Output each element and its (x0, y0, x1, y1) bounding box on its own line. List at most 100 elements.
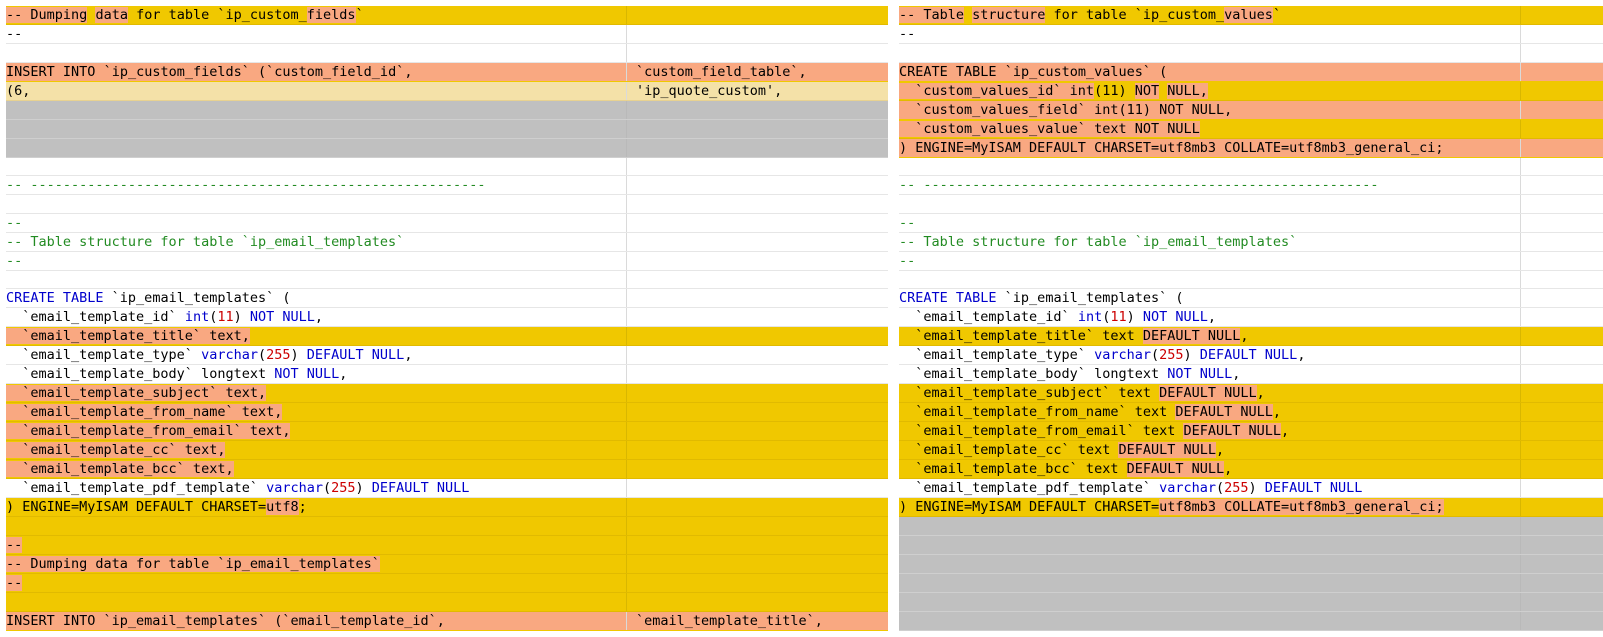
line-text: `email_template_body` longtext NOT NULL, (6, 365, 347, 384)
changed-token: `email_template_title`, (636, 613, 823, 629)
diff-line[interactable] (6, 119, 888, 139)
diff-line[interactable]: -- Table structure for table `ip_custom_… (899, 6, 1603, 25)
diff-line[interactable] (6, 157, 888, 176)
diff-line[interactable]: `custom_values_field` int(11) NOT NULL, (899, 100, 1603, 120)
diff-line[interactable]: `email_template_body` longtext NOT NULL, (6, 365, 888, 384)
diff-line[interactable] (899, 44, 1603, 63)
diff-line[interactable]: `custom_values_value` text NOT NULL (899, 119, 1603, 139)
line-text-continued: 'ip_quote_custom', (636, 82, 782, 101)
diff-line[interactable]: -- (6, 213, 888, 233)
diff-line[interactable]: `email_template_from_email` text, (6, 422, 888, 441)
column-separator (1520, 327, 1521, 345)
column-separator (1520, 119, 1521, 138)
changed-token: fields (192, 63, 242, 80)
diff-line[interactable]: CREATE TABLE `ip_email_templates` ( (899, 289, 1603, 308)
diff-line[interactable] (899, 574, 1603, 593)
diff-line[interactable] (6, 44, 888, 63)
diff-line[interactable]: -- Table structure for table `ip_email_t… (899, 232, 1603, 252)
code-token: 255 (1159, 347, 1184, 363)
diff-line[interactable]: `email_template_type` varchar(255) DEFAU… (899, 346, 1603, 365)
diff-line[interactable]: `email_template_bcc` text, (6, 460, 888, 479)
diff-line[interactable]: `email_template_body` longtext NOT NULL, (899, 365, 1603, 384)
diff-line[interactable]: `email_template_pdf_template` varchar(25… (899, 479, 1603, 498)
diff-line[interactable]: `email_template_subject` text, (6, 384, 888, 403)
code-token: (11) (1094, 82, 1127, 99)
code-token: `email_template_body` longtext (6, 366, 275, 382)
diff-line[interactable] (6, 195, 888, 214)
diff-line[interactable]: INSERT INTO `ip_custom_fields` (`custom_… (6, 62, 888, 82)
diff-line[interactable] (899, 157, 1603, 176)
diff-line[interactable]: `custom_values_id` int(11) NOT NULL, (899, 81, 1603, 101)
diff-line[interactable] (899, 593, 1603, 612)
diff-line[interactable]: `email_template_id` int(11) NOT NULL, (6, 308, 888, 327)
code-token: ; (298, 499, 307, 515)
diff-line[interactable]: (6, 'ip_quote_custom', (6, 81, 888, 101)
diff-line[interactable]: -- Dumping data for table `ip_custom_fie… (6, 6, 888, 25)
diff-line[interactable] (6, 593, 888, 612)
changed-token: `email_template_subject` text, (6, 385, 267, 401)
diff-line[interactable]: `email_template_type` varchar(255) DEFAU… (6, 346, 888, 365)
diff-line[interactable]: ) ENGINE=MyISAM DEFAULT CHARSET=utf8; (6, 498, 888, 517)
code-token: `ip_email_templates` ( (103, 290, 291, 306)
diff-line[interactable]: `email_template_pdf_template` varchar(25… (6, 479, 888, 498)
diff-line[interactable]: -- (6, 25, 888, 44)
changed-token: `email_template_bcc` text, (6, 461, 234, 477)
diff-line[interactable]: -- (899, 25, 1603, 44)
diff-line[interactable] (899, 517, 1603, 536)
diff-line[interactable]: -- Dumping data for table `ip_email_temp… (6, 555, 888, 574)
code-token: ` (1272, 7, 1282, 23)
line-text: `email_template_type` varchar(255) DEFAU… (899, 346, 1305, 365)
code-token: CREATE TABLE (6, 290, 104, 306)
diff-line[interactable]: CREATE TABLE `ip_email_templates` ( (6, 289, 888, 308)
diff-line[interactable] (899, 270, 1603, 289)
changed-token: DEFAULT NULL (1118, 442, 1216, 458)
pane-divider[interactable] (888, 0, 899, 637)
diff-line[interactable]: -- (899, 213, 1603, 233)
diff-line[interactable] (6, 138, 888, 158)
diff-line[interactable] (6, 100, 888, 120)
diff-line[interactable]: `email_template_id` int(11) NOT NULL, (899, 308, 1603, 327)
diff-line[interactable]: `email_template_title` text, (6, 327, 888, 346)
diff-line[interactable]: `email_template_title` text DEFAULT NULL… (899, 327, 1603, 346)
left-diff-pane[interactable]: -- Dumping data for table `ip_custom_fie… (6, 6, 888, 637)
diff-line[interactable]: -- (6, 574, 888, 593)
right-diff-pane[interactable]: -- Table structure for table `ip_custom_… (899, 6, 1603, 637)
diff-line[interactable]: `email_template_cc` text DEFAULT NULL, (899, 441, 1603, 460)
diff-line[interactable]: `email_template_from_name` text, (6, 403, 888, 422)
diff-line[interactable]: ) ENGINE=MyISAM DEFAULT CHARSET=utf8mb3 … (899, 138, 1603, 158)
diff-line[interactable]: `email_template_from_name` text DEFAULT … (899, 403, 1603, 422)
changed-token: TABLE (955, 63, 997, 80)
diff-line[interactable] (6, 517, 888, 536)
diff-line[interactable] (899, 536, 1603, 555)
diff-line[interactable]: -- Table structure for table `ip_email_t… (6, 232, 888, 252)
diff-line[interactable]: `email_template_cc` text, (6, 441, 888, 460)
diff-line[interactable] (6, 270, 888, 289)
diff-line[interactable]: -- -------------------------------------… (6, 176, 888, 195)
diff-line[interactable] (899, 195, 1603, 214)
code-token: ( (1216, 480, 1225, 496)
changed-token: Dumping (30, 7, 88, 23)
column-separator (1520, 157, 1521, 175)
diff-line[interactable] (899, 612, 1603, 631)
diff-line[interactable]: `email_template_bcc` text DEFAULT NULL, (899, 460, 1603, 479)
diff-line[interactable]: CREATE TABLE `ip_custom_values` ( (899, 62, 1603, 82)
code-token: , (1224, 461, 1233, 477)
column-separator (626, 479, 627, 497)
diff-line[interactable]: -- (6, 251, 888, 271)
column-separator (626, 593, 627, 611)
code-token: DEFAULT NULL (306, 347, 405, 363)
code-token: 255 (1224, 480, 1249, 496)
diff-line[interactable]: -- -------------------------------------… (899, 176, 1603, 195)
diff-line[interactable]: -- (6, 536, 888, 555)
diff-line[interactable] (899, 555, 1603, 574)
column-separator (626, 308, 627, 326)
diff-line[interactable]: `email_template_subject` text DEFAULT NU… (899, 384, 1603, 403)
diff-line[interactable]: -- (899, 251, 1603, 271)
column-separator (626, 138, 627, 157)
diff-line[interactable]: `email_template_from_email` text DEFAULT… (899, 422, 1603, 441)
code-token: int (184, 309, 210, 325)
diff-line[interactable]: INSERT INTO `ip_email_templates` (`email… (6, 612, 888, 631)
diff-line[interactable]: ) ENGINE=MyISAM DEFAULT CHARSET=utf8mb3 … (899, 498, 1603, 517)
line-text: `email_template_from_email` text DEFAULT… (899, 422, 1289, 441)
